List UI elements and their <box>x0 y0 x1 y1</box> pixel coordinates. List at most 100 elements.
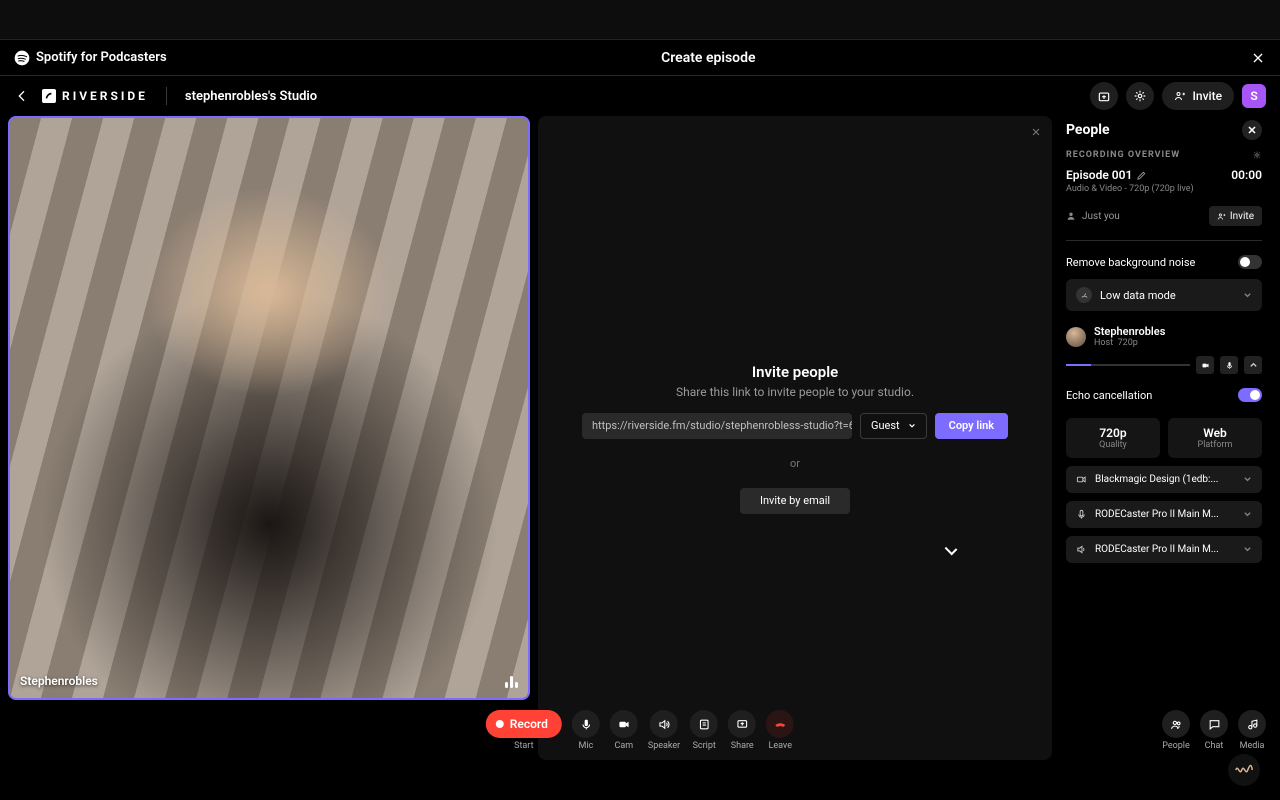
camera-icon <box>1076 474 1087 485</box>
app-header: Spotify for Podcasters Create episode <box>0 40 1280 76</box>
waveform-widget-icon[interactable] <box>1228 754 1260 786</box>
recording-meta: Audio & Video - 720p (720p live) <box>1066 184 1262 194</box>
add-person-icon <box>1217 212 1226 221</box>
script-label: Script <box>693 741 716 751</box>
or-divider: or <box>790 457 800 470</box>
collapse-icon[interactable] <box>1244 356 1262 374</box>
close-icon[interactable] <box>1250 50 1266 66</box>
people-button[interactable] <box>1162 710 1190 738</box>
record-label: Record <box>510 717 548 731</box>
invite-button[interactable]: Invite <box>1162 82 1234 110</box>
people-tab-label: People <box>1162 741 1190 751</box>
chevron-down-icon <box>1243 510 1252 519</box>
spotify-for-podcasters-logo: Spotify for Podcasters <box>14 50 167 66</box>
invite-chip-button[interactable]: Invite <box>1209 206 1262 226</box>
separator <box>1066 240 1262 241</box>
participant-count: Just you <box>1082 211 1120 222</box>
speaker-device-label: RODECaster Pro II Main M... <box>1095 544 1219 555</box>
participant-name-tag: Stephenrobles <box>20 674 98 688</box>
speaker-device-select[interactable]: RODECaster Pro II Main M... <box>1066 536 1262 563</box>
mic-device-label: RODECaster Pro II Main M... <box>1095 509 1219 520</box>
bottom-controls: Record Start Mic Cam Speaker Script Shar… <box>0 700 1280 760</box>
settings-icon-button[interactable] <box>1126 82 1154 110</box>
speaker-button[interactable] <box>650 710 678 738</box>
low-data-label: Low data mode <box>1100 289 1176 302</box>
speaker-label: Speaker <box>648 741 680 751</box>
invite-by-email-button[interactable]: Invite by email <box>740 488 850 514</box>
volume-slider[interactable] <box>1066 364 1190 366</box>
studio-subheader: RIVERSIDE stephenrobles's Studio Invite … <box>0 76 1280 116</box>
echo-cancellation-toggle[interactable] <box>1238 388 1262 402</box>
riverside-logo: RIVERSIDE <box>42 89 148 103</box>
user-avatar[interactable]: S <box>1242 84 1266 108</box>
person-icon <box>1066 211 1076 221</box>
role-label: Guest <box>871 419 900 432</box>
cam-button[interactable] <box>610 710 638 738</box>
macos-menubar-spacer <box>0 0 1280 40</box>
camera-device-select[interactable]: Blackmagic Design (1edb:... <box>1066 466 1262 493</box>
mic-toggle-icon[interactable] <box>1220 356 1238 374</box>
share-button[interactable] <box>728 710 756 738</box>
participant-avatar <box>1066 327 1086 347</box>
recording-time: 00:00 <box>1231 168 1262 182</box>
media-button[interactable] <box>1238 710 1266 738</box>
chevron-down-icon <box>1243 291 1252 300</box>
leave-label: Leave <box>768 741 792 751</box>
upload-icon-button[interactable] <box>1090 82 1118 110</box>
invite-chip-label: Invite <box>1230 211 1254 222</box>
chat-button[interactable] <box>1200 710 1228 738</box>
mic-button[interactable] <box>572 710 600 738</box>
participant-role: Host <box>1094 338 1113 348</box>
gear-icon[interactable] <box>1252 150 1262 160</box>
divider <box>166 87 167 105</box>
riverside-text: RIVERSIDE <box>62 89 148 103</box>
participant-row: Stephenrobles Host 720p <box>1066 325 1262 348</box>
share-label: Share <box>731 741 754 751</box>
brand-text: Spotify for Podcasters <box>36 50 167 65</box>
copy-link-button[interactable]: Copy link <box>935 413 1008 439</box>
participant-name: Stephenrobles <box>1094 325 1165 338</box>
episode-name: Episode 001 <box>1066 168 1132 182</box>
record-dot-icon <box>496 720 504 728</box>
chevron-down-icon <box>1243 545 1252 554</box>
camera-device-label: Blackmagic Design (1edb:... <box>1095 474 1218 485</box>
overview-label: RECORDING OVERVIEW <box>1066 150 1180 160</box>
quality-label: Quality <box>1074 440 1152 450</box>
platform-value: Web <box>1176 426 1254 440</box>
page-title: Create episode <box>167 50 1250 66</box>
chevron-down-icon <box>1243 475 1252 484</box>
studio-name: stephenrobles's Studio <box>185 89 317 104</box>
record-button[interactable]: Record <box>486 710 562 738</box>
chat-label: Chat <box>1205 741 1224 751</box>
role-select[interactable]: Guest <box>860 413 927 439</box>
quality-value: 720p <box>1074 426 1152 440</box>
start-label: Start <box>514 741 533 751</box>
volume-row <box>1066 356 1262 374</box>
invite-panel: Invite people Share this link to invite … <box>538 116 1052 760</box>
speaker-icon <box>1076 544 1087 555</box>
people-sidebar: People ✕ RECORDING OVERVIEW Episode 001 … <box>1060 116 1272 760</box>
script-button[interactable] <box>690 710 718 738</box>
mic-device-select[interactable]: RODECaster Pro II Main M... <box>1066 501 1262 528</box>
audio-level-icon <box>505 676 518 688</box>
back-icon[interactable] <box>14 88 30 104</box>
participant-quality: 720p <box>1118 338 1138 348</box>
local-video-tile[interactable]: Stephenrobles <box>8 116 530 700</box>
camera-toggle-icon[interactable] <box>1196 356 1214 374</box>
leave-button[interactable] <box>766 710 794 738</box>
mic-label: Mic <box>578 741 593 751</box>
invite-title: Invite people <box>752 363 838 381</box>
echo-cancellation-label: Echo cancellation <box>1066 389 1152 402</box>
close-icon[interactable]: ✕ <box>1242 120 1262 140</box>
edit-icon[interactable] <box>1136 170 1147 181</box>
media-label: Media <box>1240 741 1265 751</box>
video-preview <box>10 118 528 698</box>
low-data-mode-expander[interactable]: Low data mode <box>1066 279 1262 311</box>
close-icon[interactable] <box>1030 126 1042 138</box>
people-title: People <box>1066 122 1110 138</box>
invite-url-field[interactable]: https://riverside.fm/studio/stephenroble… <box>582 413 852 439</box>
gauge-icon <box>1080 291 1089 300</box>
remove-noise-toggle[interactable] <box>1238 255 1262 269</box>
mic-icon <box>1076 509 1087 520</box>
platform-label: Platform <box>1176 440 1254 450</box>
